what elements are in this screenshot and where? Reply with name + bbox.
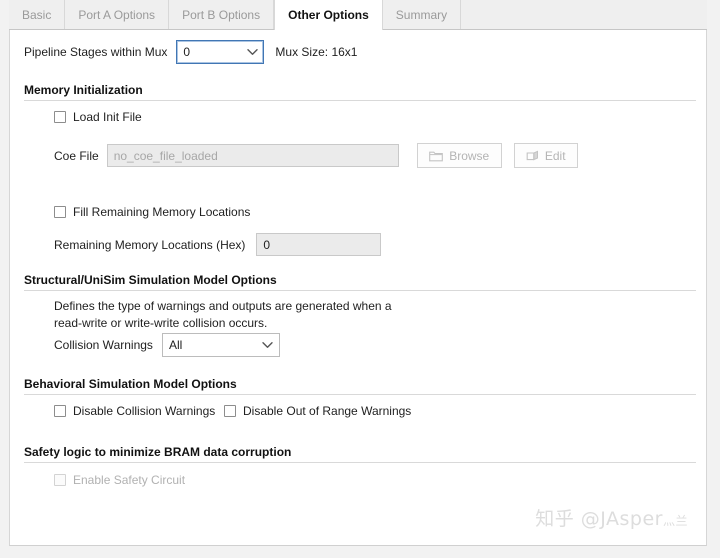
tab-port-b-options[interactable]: Port B Options (169, 0, 275, 29)
pencil-icon (526, 150, 539, 162)
chevron-down-icon (241, 48, 263, 56)
dialog-other-options: Basic Port A Options Port B Options Othe… (0, 0, 720, 558)
other-options-panel: Pipeline Stages within Mux 0 Mux Size: 1… (9, 30, 707, 546)
enable-safety-circuit-row[interactable]: Enable Safety Circuit (54, 473, 185, 487)
tab-label: Other Options (288, 7, 369, 22)
tab-bar: Basic Port A Options Port B Options Othe… (9, 0, 707, 30)
tab-label: Basic (22, 7, 52, 22)
pipeline-stages-row: Pipeline Stages within Mux 0 Mux Size: 1… (24, 40, 357, 64)
watermark-text: 知乎 @JAsper (535, 508, 663, 530)
fill-remaining-checkbox[interactable] (54, 206, 66, 218)
chevron-down-icon (257, 341, 279, 349)
section-divider (24, 290, 696, 291)
tab-summary[interactable]: Summary (383, 0, 462, 29)
section-divider (24, 100, 696, 101)
disable-out-of-range-warnings-row[interactable]: Disable Out of Range Warnings (224, 404, 411, 418)
edit-button-label: Edit (544, 148, 566, 163)
tab-basic[interactable]: Basic (9, 0, 66, 29)
section-title: Safety logic to minimize BRAM data corru… (24, 445, 292, 459)
coe-file-row: Coe File no_coe_file_loaded Browse Edit (54, 143, 578, 168)
browse-button[interactable]: Browse (416, 143, 502, 168)
load-init-file-row[interactable]: Load Init File (54, 110, 142, 124)
section-title: Structural/UniSim Simulation Model Optio… (24, 273, 277, 287)
remaining-locations-row: Remaining Memory Locations (Hex) 0 (54, 233, 382, 256)
fill-remaining-label: Fill Remaining Memory Locations (73, 205, 251, 219)
load-init-file-checkbox[interactable] (54, 111, 66, 123)
disable-collision-warnings-checkbox[interactable] (54, 405, 66, 417)
pipeline-stages-label: Pipeline Stages within Mux (24, 45, 168, 59)
remaining-locations-value: 0 (263, 237, 271, 252)
folder-icon (429, 150, 444, 162)
section-memory-initialization: Memory Initialization (24, 83, 696, 101)
mux-size-text: Mux Size: 16x1 (275, 45, 358, 59)
enable-safety-circuit-checkbox[interactable] (54, 474, 66, 486)
collision-warnings-label: Collision Warnings (54, 338, 153, 352)
tab-bar-filler (461, 0, 707, 29)
coe-file-input[interactable]: no_coe_file_loaded (106, 144, 399, 167)
coe-file-label: Coe File (54, 148, 99, 163)
tab-label: Summary (395, 7, 448, 22)
section-divider (24, 462, 696, 463)
browse-button-label: Browse (449, 148, 490, 163)
pipeline-stages-value: 0 (183, 45, 191, 59)
pipeline-stages-dropdown[interactable]: 0 (176, 40, 265, 64)
disable-out-of-range-warnings-label: Disable Out of Range Warnings (243, 404, 412, 418)
collision-warnings-value: All (168, 338, 183, 352)
disable-collision-warnings-label: Disable Collision Warnings (73, 404, 216, 418)
enable-safety-circuit-label: Enable Safety Circuit (73, 473, 186, 487)
section-title: Behavioral Simulation Model Options (24, 377, 237, 391)
disable-collision-warnings-row[interactable]: Disable Collision Warnings (54, 404, 215, 418)
fill-remaining-row[interactable]: Fill Remaining Memory Locations (54, 205, 250, 219)
section-structural-unisim: Structural/UniSim Simulation Model Optio… (24, 273, 696, 291)
coe-file-placeholder: no_coe_file_loaded (113, 148, 218, 163)
section-safety-logic: Safety logic to minimize BRAM data corru… (24, 445, 696, 463)
section-divider (24, 394, 696, 395)
tab-port-a-options[interactable]: Port A Options (65, 0, 170, 29)
tab-other-options[interactable]: Other Options (274, 0, 383, 30)
section-behavioral: Behavioral Simulation Model Options (24, 377, 696, 395)
collision-description: Defines the type of warnings and outputs… (54, 299, 392, 330)
tab-label: Port B Options (182, 7, 261, 22)
collision-warnings-dropdown[interactable]: All (161, 333, 280, 357)
remaining-locations-input[interactable]: 0 (256, 233, 382, 256)
remaining-locations-label: Remaining Memory Locations (Hex) (54, 237, 246, 252)
collision-warnings-row: Collision Warnings All (54, 333, 280, 357)
watermark: 知乎 @JAsper灬兰 (535, 504, 688, 531)
section-title: Memory Initialization (24, 83, 143, 97)
tab-label: Port A Options (78, 7, 156, 22)
edit-button[interactable]: Edit (513, 143, 578, 168)
load-init-file-label: Load Init File (73, 110, 142, 124)
disable-out-of-range-warnings-checkbox[interactable] (224, 405, 236, 417)
watermark-suffix: 灬兰 (662, 514, 688, 528)
